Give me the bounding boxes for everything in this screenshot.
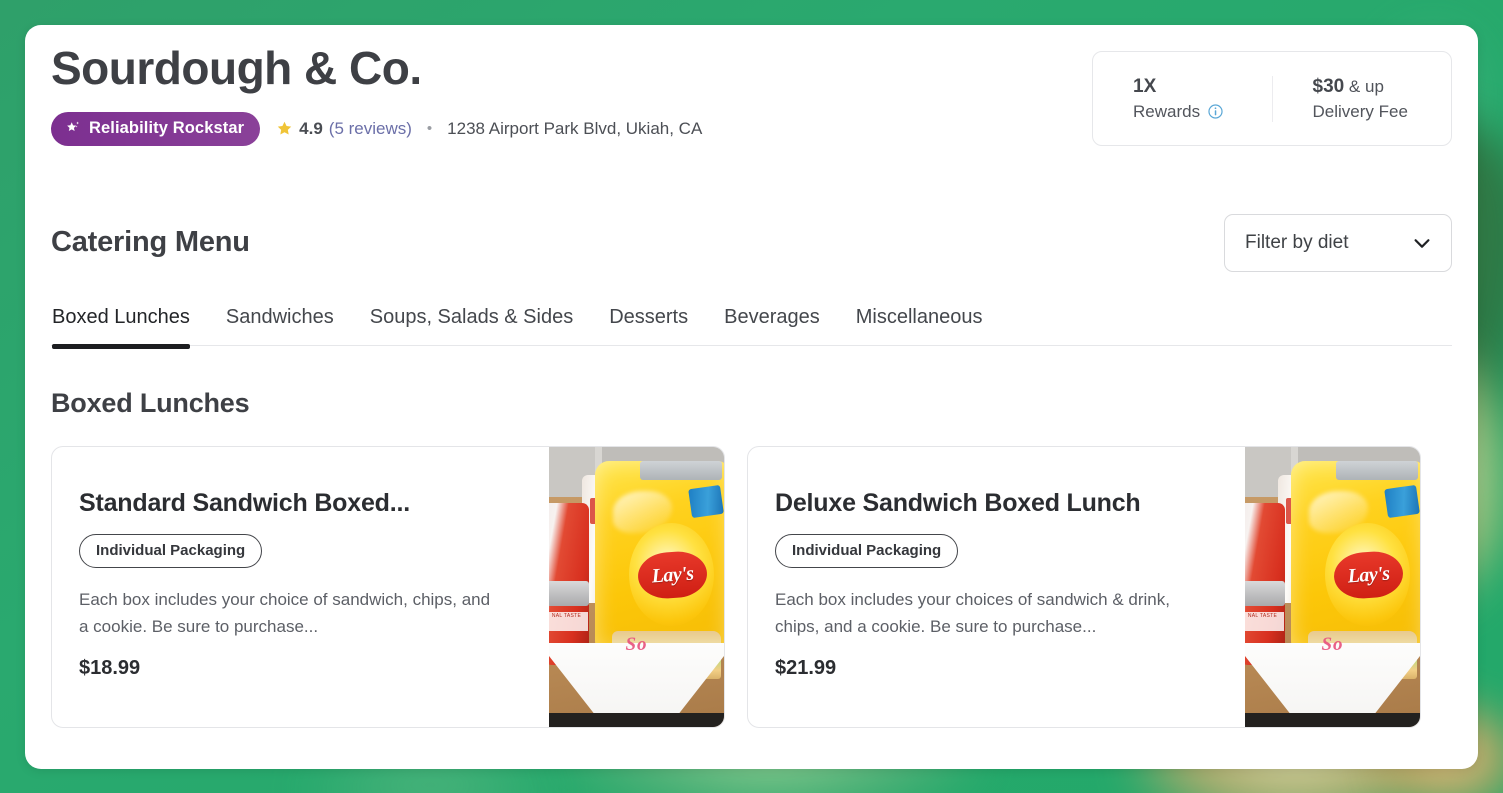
- chevron-down-icon: [1411, 232, 1433, 254]
- menu-item-details: Standard Sandwich Boxed... Individual Pa…: [52, 447, 549, 727]
- delivery-fee-value: $30 & up: [1313, 76, 1452, 98]
- menu-item-card[interactable]: Deluxe Sandwich Boxed Lunch Individual P…: [747, 445, 1421, 728]
- lays-brand-text: Lay's: [1347, 562, 1391, 588]
- menu-item-photo: NAL TASTE Lay's So: [1245, 446, 1420, 727]
- info-circle-icon[interactable]: [1207, 103, 1224, 120]
- menu-item-tag: Individual Packaging: [775, 533, 959, 568]
- tab-desserts[interactable]: Desserts: [609, 306, 688, 345]
- rating-group: 4.9 (5 reviews) • 1238 Airport Park Blvd…: [276, 119, 702, 139]
- menu-header-row: Catering Menu Filter by diet: [51, 213, 1452, 272]
- menu-item-description: Each box includes your choice of sandwic…: [79, 589, 491, 637]
- section-title: Boxed Lunches: [51, 387, 250, 418]
- store-page-panel: Sourdough & Co. Reliability Rockstar 4.9…: [25, 25, 1478, 769]
- menu-item-title: Standard Sandwich Boxed...: [79, 488, 410, 517]
- menu-item-photo: NAL TASTE Lay's So: [549, 446, 724, 727]
- status-badge-label: Reliability Rockstar: [89, 118, 245, 137]
- menu-item-grid: Standard Sandwich Boxed... Individual Pa…: [51, 445, 1452, 728]
- sandwich-wrapper-text: So: [1321, 634, 1344, 656]
- delivery-fee-suffix: & up: [1344, 76, 1384, 96]
- menu-item-description: Each box includes your choices of sandwi…: [775, 589, 1170, 637]
- menu-item-tag: Individual Packaging: [79, 533, 263, 568]
- rewards-label: Rewards: [1133, 101, 1201, 121]
- rating-value: 4.9: [299, 118, 323, 138]
- rewards-label-row: Rewards: [1133, 102, 1272, 122]
- tab-soups-salads-sides[interactable]: Soups, Salads & Sides: [370, 306, 573, 345]
- menu-item-price: $18.99: [79, 656, 141, 679]
- tab-beverages[interactable]: Beverages: [724, 306, 820, 345]
- delivery-fee-label: Delivery Fee: [1312, 101, 1408, 121]
- sparkle-star-icon: [65, 120, 82, 137]
- filter-by-diet-select[interactable]: Filter by diet: [1224, 213, 1452, 272]
- menu-item-price: $21.99: [775, 656, 837, 679]
- reviews-link[interactable]: (5 reviews): [329, 119, 412, 139]
- menu-item-details: Deluxe Sandwich Boxed Lunch Individual P…: [748, 447, 1245, 727]
- filter-by-diet-label: Filter by diet: [1245, 231, 1349, 253]
- delivery-fee-cell: $30 & up Delivery Fee: [1271, 75, 1452, 122]
- tab-miscellaneous[interactable]: Miscellaneous: [856, 306, 983, 345]
- tab-sandwiches[interactable]: Sandwiches: [226, 306, 334, 345]
- sandwich-wrapper-text: So: [625, 634, 648, 656]
- rewards-delivery-box: 1X Rewards $30 & up Delivery Fee: [1092, 51, 1452, 146]
- menu-item-title: Deluxe Sandwich Boxed Lunch: [775, 488, 1141, 517]
- menu-item-card[interactable]: Standard Sandwich Boxed... Individual Pa…: [51, 445, 725, 728]
- delivery-fee-amount: $30: [1312, 75, 1345, 97]
- store-address: 1238 Airport Park Blvd, Ukiah, CA: [447, 118, 703, 138]
- lays-brand-text: Lay's: [651, 562, 695, 588]
- rewards-cell: 1X Rewards: [1093, 76, 1272, 122]
- status-badge: Reliability Rockstar: [51, 111, 261, 146]
- tab-boxed-lunches[interactable]: Boxed Lunches: [52, 306, 190, 349]
- star-icon: [276, 120, 293, 137]
- menu-category-tabs: Boxed Lunches Sandwiches Soups, Salads &…: [51, 306, 1452, 349]
- rewards-multiplier: 1X: [1133, 75, 1157, 97]
- menu-title: Catering Menu: [51, 226, 250, 259]
- meta-separator: •: [426, 120, 433, 138]
